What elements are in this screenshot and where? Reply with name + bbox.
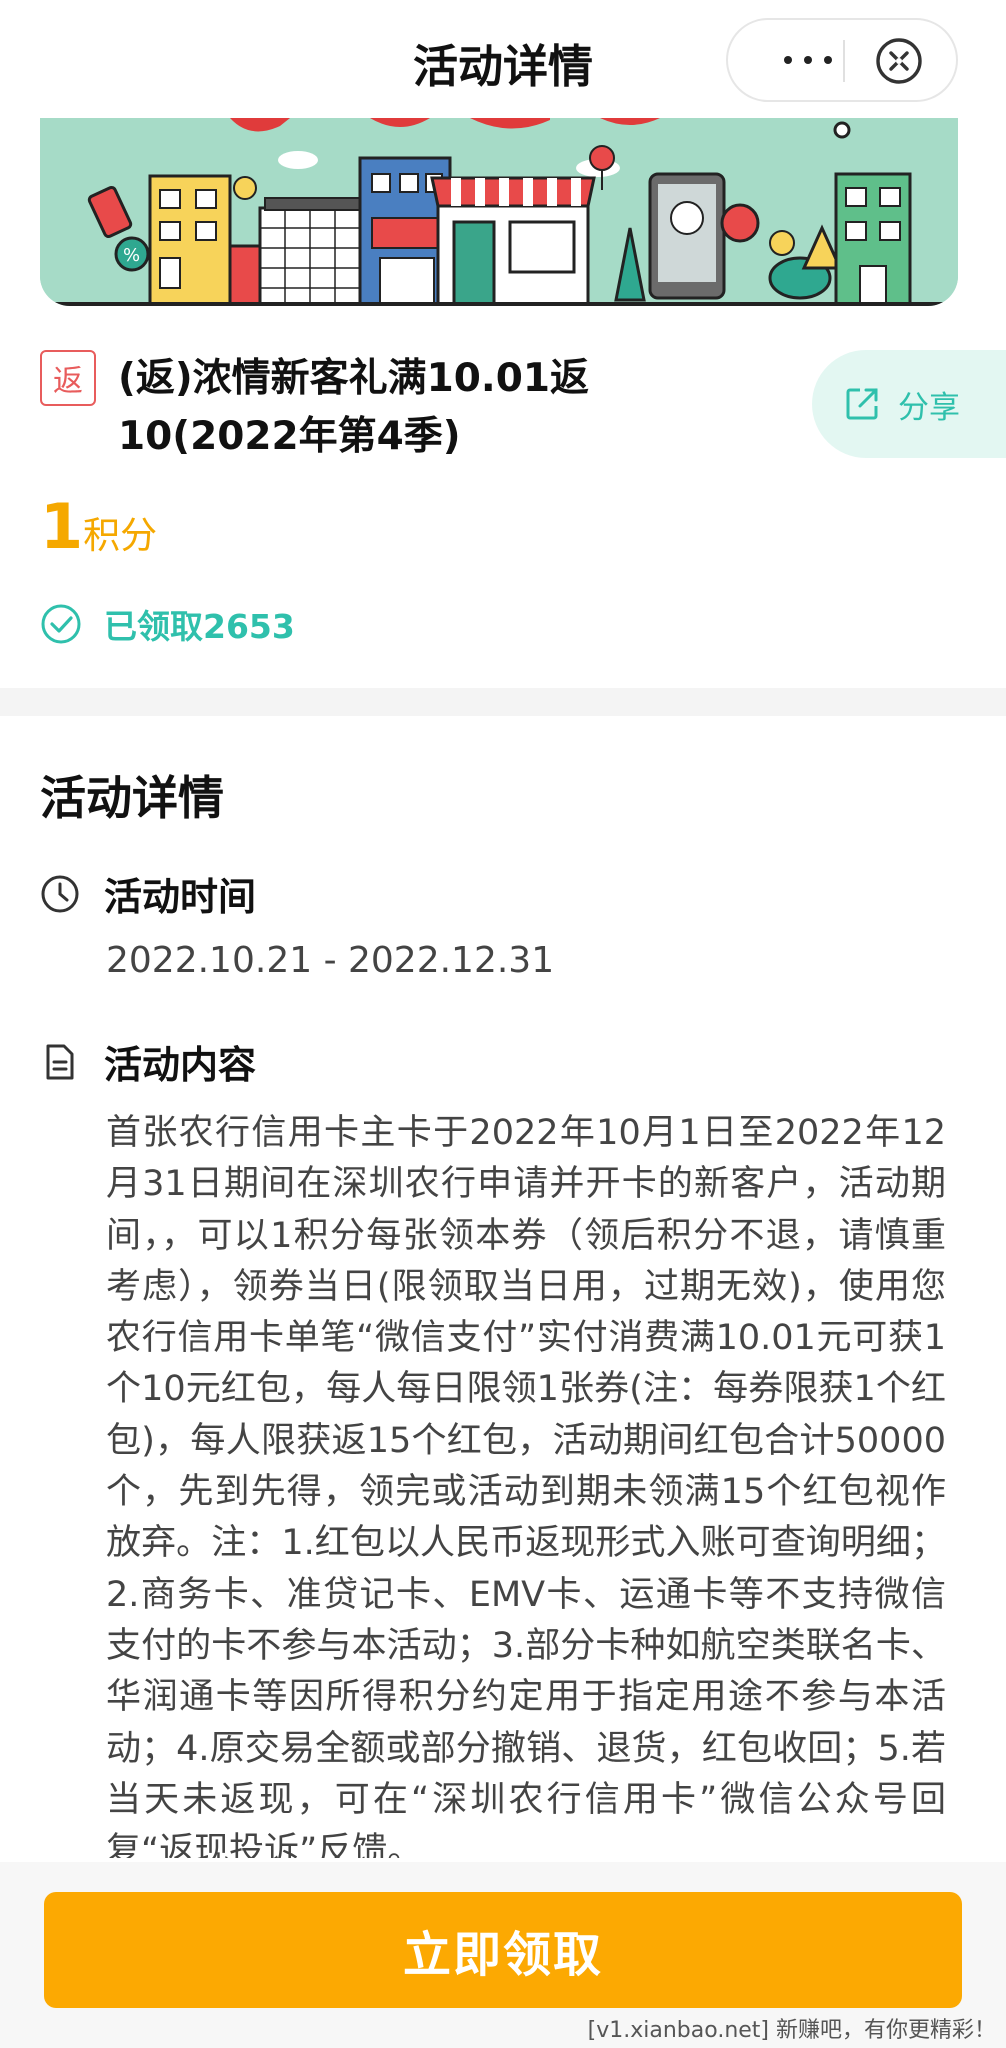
- activity-content-heading: 活动内容: [40, 1034, 256, 1089]
- points-value: 1: [40, 490, 84, 563]
- activity-content-label: 活动内容: [104, 1043, 257, 1087]
- points-unit: 积分: [83, 514, 158, 557]
- close-icon[interactable]: [874, 36, 924, 86]
- nav-header: 活动详情: [0, 0, 1006, 118]
- section-divider: [0, 688, 1006, 716]
- document-icon: [46, 1044, 74, 1079]
- share-button[interactable]: 分享: [812, 350, 1006, 458]
- claim-now-button[interactable]: 立即领取: [44, 1892, 962, 2008]
- activity-title: (返)浓情新客礼满10.01返10(2022年第4季): [118, 356, 590, 459]
- activity-banner: %: [40, 118, 958, 306]
- clock-icon: [41, 875, 79, 912]
- site-watermark: [v1.xianbao.net] 新赚吧，有你更精彩！: [587, 2018, 996, 2043]
- city-shops-illustration: %: [40, 118, 958, 306]
- activity-time-label: 活动时间: [104, 875, 257, 919]
- rebate-tag-badge: 返: [40, 350, 96, 406]
- check-circle-icon: [41, 604, 81, 644]
- points-cost: 1积分: [40, 490, 157, 563]
- share-label: 分享: [898, 389, 960, 426]
- capsule-divider: [843, 40, 845, 82]
- share-icon: [846, 388, 878, 420]
- activity-time-heading: 活动时间: [40, 866, 256, 921]
- claimed-count: 已领取2653: [40, 600, 295, 648]
- details-section-title: 活动详情: [40, 771, 224, 825]
- activity-content-text: 首张农行信用卡主卡于2022年10月1日至2022年12月31日期间在深圳农行申…: [106, 1113, 946, 1858]
- claimed-text: 已领取2653: [104, 607, 295, 646]
- activity-time-value: 2022.10.21 - 2022.12.31: [106, 940, 555, 981]
- mini-program-capsule: [726, 18, 958, 102]
- svg-text:%: %: [123, 245, 140, 266]
